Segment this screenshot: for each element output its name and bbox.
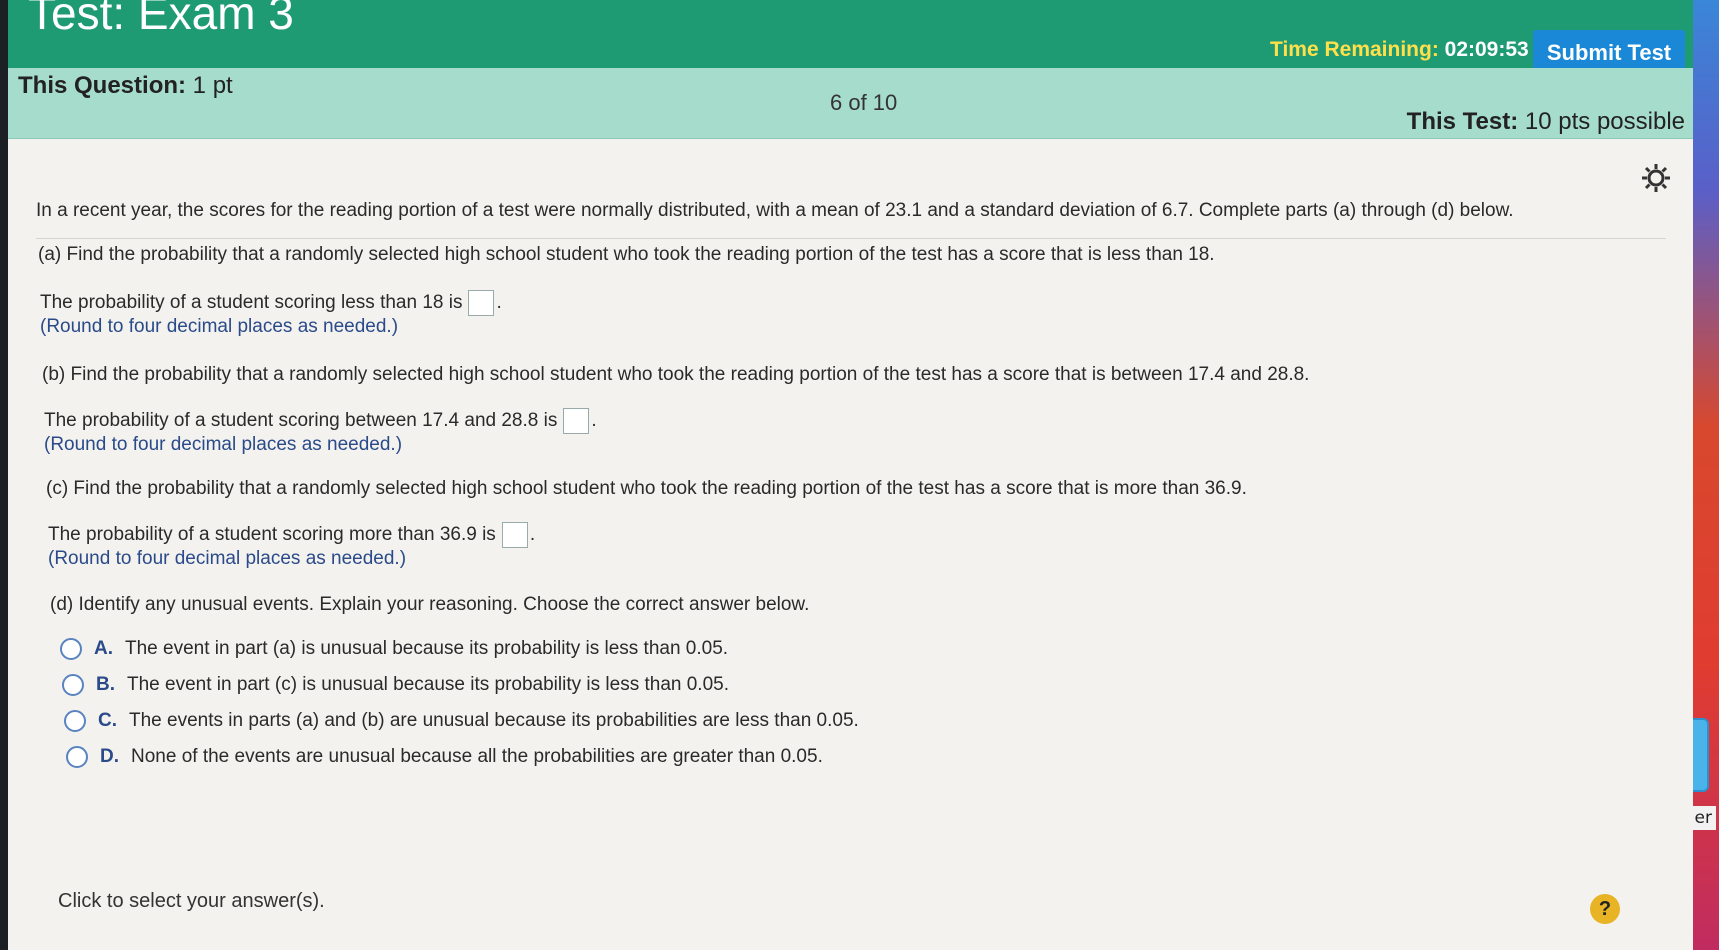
time-remaining: Time Remaining: 02:09:53 [1270,38,1529,62]
option-a-text: The event in part (a) is unusual because… [125,638,729,659]
help-icon[interactable]: ? [1590,894,1620,924]
option-d-text: None of the events are unusual because a… [131,746,823,767]
option-c[interactable]: C. The events in parts (a) and (b) are u… [64,710,859,732]
option-a[interactable]: A. The event in part (a) is unusual beca… [60,638,728,660]
title-bar: Test: Exam 3 Time Remaining: 02:09:53 Su… [8,0,1693,76]
answer-input-b[interactable] [563,408,590,434]
radio-c[interactable] [64,710,86,732]
question-count: 6 of 10 [830,90,898,115]
option-b-letter: B. [96,674,115,695]
question-content: In a recent year, the scores for the rea… [8,138,1693,950]
test-title: Test: Exam 3 [28,0,294,39]
divider [36,238,1666,239]
part-d-prompt: (d) Identify any unusual events. Explain… [50,594,810,615]
part-b-prompt: (b) Find the probability that a randomly… [42,364,1310,385]
this-question-points: 1 pt [192,72,233,99]
part-c-answer-text: The probability of a student scoring mor… [48,524,496,546]
click-hint: Click to select your answer(s). [58,890,325,912]
this-question: This Question: 1 pt [18,72,233,100]
part-c-answer-line: The probability of a student scoring mor… [48,522,535,548]
option-d[interactable]: D. None of the events are unusual becaus… [66,746,823,768]
option-a-letter: A. [94,638,113,659]
answer-input-a[interactable] [468,290,495,316]
time-remaining-value: 02:09:53 [1444,38,1529,61]
part-a-answer-text: The probability of a student scoring les… [40,292,463,314]
this-test: This Test: 10 pts possible [1407,108,1685,136]
part-b-answer-line: The probability of a student scoring bet… [44,408,597,434]
part-c-prompt: (c) Find the probability that a randomly… [46,478,1247,499]
this-test-points: 10 pts possible [1524,108,1685,135]
part-b-hint: (Round to four decimal places as needed.… [44,434,403,455]
option-b-text: The event in part (c) is unusual because… [127,674,729,695]
time-remaining-label: Time Remaining: [1270,38,1439,61]
radio-d[interactable] [66,746,88,768]
option-b[interactable]: B. The event in part (c) is unusual beca… [62,674,729,696]
part-a-prompt: (a) Find the probability that a randomly… [38,244,1215,265]
part-a-answer-line: The probability of a student scoring les… [40,290,502,316]
info-bar: This Question: 1 pt 6 of 10 This Test: 1… [8,68,1693,139]
question-intro: In a recent year, the scores for the rea… [36,200,1514,221]
part-c-hint: (Round to four decimal places as needed.… [48,548,407,569]
option-d-letter: D. [100,746,119,767]
part-a-hint: (Round to four decimal places as needed.… [40,316,399,337]
this-question-label: This Question: [18,72,186,99]
part-b-answer-text: The probability of a student scoring bet… [44,410,558,432]
radio-a[interactable] [60,638,82,660]
radio-b[interactable] [62,674,84,696]
option-c-letter: C. [98,710,117,731]
answer-input-c[interactable] [501,522,528,548]
test-page: Test: Exam 3 Time Remaining: 02:09:53 Su… [8,0,1693,950]
option-c-text: The events in parts (a) and (b) are unus… [129,710,859,731]
this-test-label: This Test: [1406,108,1519,135]
